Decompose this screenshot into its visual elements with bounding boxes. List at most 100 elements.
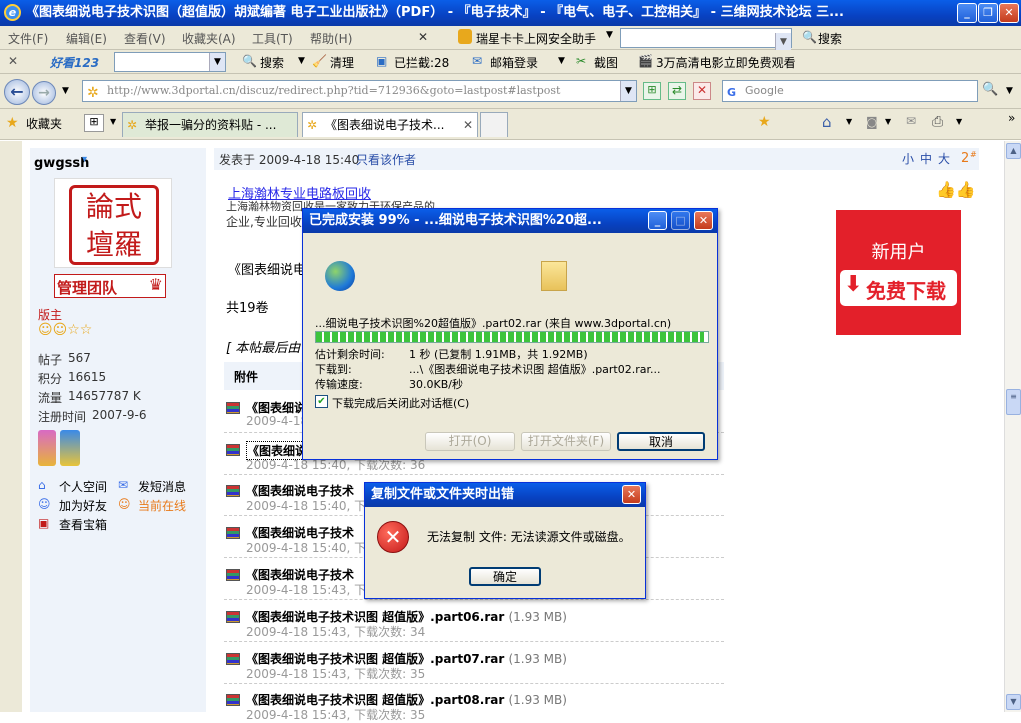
blocked-counter[interactable]: 已拦截:28	[394, 54, 449, 71]
dropdown-arrow-icon[interactable]: ▼	[209, 53, 225, 71]
rising-search-button[interactable]: 搜索	[818, 30, 842, 47]
mail-login-button[interactable]: 邮箱登录	[490, 54, 538, 71]
menu-tools[interactable]: 工具(T)	[252, 30, 293, 47]
stat-label: 积分	[38, 372, 63, 386]
folder-icon	[541, 261, 567, 291]
scroll-up-icon[interactable]: ▲	[1006, 143, 1021, 159]
restore-button[interactable]: ❐	[978, 3, 998, 23]
font-medium-link[interactable]: 中	[920, 150, 932, 167]
chevron-down-icon[interactable]: ▼	[1006, 86, 1013, 96]
chevron-down-icon[interactable]: ▼	[298, 56, 305, 66]
compat-view-icon[interactable]: ⊞	[643, 82, 661, 100]
address-dropdown-icon[interactable]: ▼	[620, 81, 636, 101]
stat-traffic: 流量 14657787 K	[38, 389, 141, 406]
stop-icon[interactable]: ✕	[693, 82, 711, 100]
new-tab-button[interactable]	[480, 112, 508, 137]
window-titlebar[interactable]: e 《图表细说电子技术识图（超值版）胡斌编著 电子工业出版社》（PDF） - 『…	[0, 0, 1021, 26]
speed-label: 传输速度:	[315, 378, 363, 391]
history-dropdown-icon[interactable]: ▼	[62, 86, 69, 96]
chevron-down-icon[interactable]: ▼	[846, 117, 852, 126]
close-dialog-button[interactable]: ✕	[622, 485, 641, 504]
chevron-down-icon[interactable]: ▼	[885, 117, 891, 126]
forward-button[interactable]: →	[32, 81, 56, 105]
font-large-link[interactable]: 大	[938, 150, 950, 167]
haokan-search-input[interactable]: ▼	[114, 52, 226, 72]
file-meta: 2009-4-18 15:40, 下载	[246, 541, 379, 555]
favorites-star-icon: ★	[6, 115, 19, 131]
favorites-button[interactable]: 收藏夹	[26, 115, 62, 132]
banner-download-button[interactable]: ⬇ 免费下载	[840, 270, 957, 306]
font-small-link[interactable]: 小	[902, 150, 914, 167]
minimize-button[interactable]: _	[648, 211, 667, 230]
stat-label: 帖子	[38, 353, 63, 367]
haokan-toolbar: ✕ 好看123 ▼ 🔍 搜索 ▼ 🧹 清理 ▣ 已拦截:28 ✉ 邮箱登录 ▼ …	[0, 50, 1021, 74]
close-on-complete-checkbox[interactable]: ✔	[315, 395, 328, 408]
rising-label[interactable]: 瑞星卡卡上网安全助手	[476, 30, 596, 47]
haokan-search-button[interactable]: 搜索	[260, 54, 284, 71]
tab-close-icon[interactable]: ✕	[463, 113, 473, 137]
error-dialog-title: 复制文件或文件夹时出错	[371, 487, 515, 502]
menu-favorites[interactable]: 收藏夹(A)	[182, 30, 236, 47]
close-window-button[interactable]: ✕	[999, 3, 1019, 23]
file-meta: 2009-4-18 15:43, 下载	[246, 583, 379, 597]
user-menu-icon[interactable]: ▾	[82, 154, 87, 165]
home-icon[interactable]: ⌂	[822, 113, 832, 131]
screenshot-button[interactable]: 截图	[594, 54, 618, 71]
movie-promo-link[interactable]: 3万高清电影立即免费观看	[656, 54, 796, 71]
treasure-link[interactable]: 查看宝箱	[59, 516, 107, 533]
menu-help[interactable]: 帮助(H)	[310, 30, 352, 47]
download-banner[interactable]: 新用户 ⬇ 免费下载	[836, 210, 961, 335]
back-button[interactable]: ←	[4, 79, 30, 105]
add-friend-link[interactable]: 加为好友	[59, 497, 107, 514]
tab-label: 举报一骗分的资料贴 - ...	[145, 118, 277, 132]
menu-view[interactable]: 查看(V)	[124, 30, 166, 47]
rising-search-input[interactable]: ▼	[620, 28, 792, 51]
close-dialog-button[interactable]: ✕	[694, 211, 713, 230]
google-search-input[interactable]: G Google	[722, 80, 978, 102]
read-mail-icon[interactable]: ✉	[906, 114, 916, 128]
site-favicon-icon: ✲	[87, 85, 99, 101]
send-message-link[interactable]: 发短消息	[138, 478, 186, 495]
scroll-thumb[interactable]: ≡	[1006, 389, 1021, 415]
more-tools-icon[interactable]: »	[1008, 111, 1015, 125]
address-input[interactable]: ✲ http://www.3dportal.cn/discuz/redirect…	[82, 80, 637, 102]
chevron-down-icon[interactable]: ▼	[956, 117, 962, 126]
thumbs-up-icon[interactable]: 👍👍	[936, 180, 976, 199]
menu-bar: 文件(F) 编辑(E) 查看(V) 收藏夹(A) 工具(T) 帮助(H) ✕ 瑞…	[0, 26, 1021, 51]
file-meta: 2009-4-18 15:43, 下载次数: 34	[246, 625, 426, 639]
ok-button[interactable]: 确定	[469, 567, 541, 586]
print-icon[interactable]: ⎙	[932, 114, 943, 130]
close-toolbar-icon[interactable]: ✕	[418, 30, 428, 44]
close-toolbar-icon[interactable]: ✕	[8, 54, 18, 68]
minimize-button[interactable]: _	[957, 3, 977, 23]
chevron-down-icon[interactable]: ▼	[558, 56, 565, 66]
avatar[interactable]: 論式 壇羅	[54, 178, 172, 268]
clean-button[interactable]: 清理	[330, 54, 354, 71]
search-go-icon[interactable]: 🔍	[982, 82, 998, 97]
chevron-down-icon[interactable]: ▼	[110, 117, 116, 126]
tab-current[interactable]: ✲ 《图表细说电子技术... ✕	[302, 112, 478, 137]
download-dialog-titlebar[interactable]: 已完成安装 99% - ...细说电子技术识图%20超... _ □ ✕	[303, 209, 717, 233]
treasure-icon: ▣	[38, 516, 50, 530]
vertical-scrollbar[interactable]: ▲ ≡ ▼	[1004, 141, 1021, 712]
stat-label: 流量	[38, 391, 63, 405]
refresh-icon[interactable]: ⇄	[668, 82, 686, 100]
file-meta: 2009-4-18 15:40, 下载	[246, 499, 379, 513]
tab-report-post[interactable]: ✲ 举报一骗分的资料贴 - ...	[122, 112, 298, 137]
dropdown-arrow-icon[interactable]: ▼	[775, 33, 791, 51]
home-space-icon: ⌂	[38, 478, 46, 492]
menu-edit[interactable]: 编辑(E)	[66, 30, 107, 47]
feeds-icon[interactable]: ◙	[866, 115, 878, 129]
download-file-line: ...细说电子技术识图%20超值版》.part02.rar (来自 www.3d…	[315, 317, 672, 330]
error-dialog-titlebar[interactable]: 复制文件或文件夹时出错 ✕	[365, 483, 645, 507]
menu-file[interactable]: 文件(F)	[8, 30, 48, 47]
scroll-down-icon[interactable]: ▼	[1006, 694, 1021, 710]
author-only-link[interactable]: 只看该作者	[356, 151, 416, 168]
quick-tabs-icon[interactable]: ⊞	[84, 114, 104, 132]
chevron-down-icon[interactable]: ▼	[606, 30, 613, 40]
close-on-complete-label[interactable]: 下载完成后关闭此对话框(C)	[332, 395, 469, 411]
cancel-download-button[interactable]: 取消	[617, 432, 705, 451]
rar-file-icon	[226, 527, 240, 539]
add-favorite-icon[interactable]: ★	[758, 114, 771, 130]
personal-space-link[interactable]: 个人空间	[59, 478, 107, 495]
